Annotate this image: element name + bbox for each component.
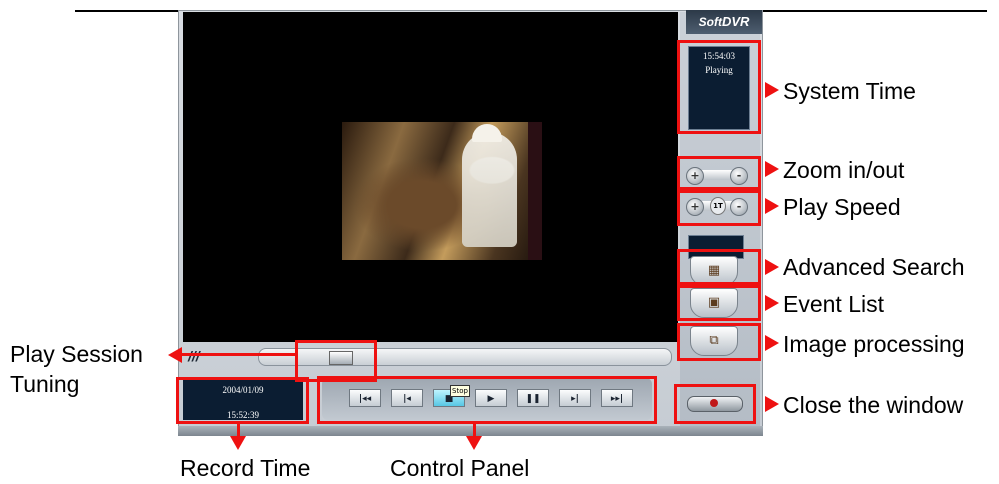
caption-play-session-2: Tuning	[10, 371, 80, 397]
image-processing-highlight	[677, 323, 761, 361]
video-frame	[342, 122, 542, 260]
advanced-search-arrow	[765, 259, 779, 275]
caption-play-session-1: Play Session	[10, 341, 143, 367]
record-time-arrow	[230, 436, 246, 450]
zoom-highlight	[677, 156, 761, 190]
caption-advanced-search: Advanced Search	[783, 254, 965, 280]
hard-hat	[472, 124, 502, 142]
control-panel-arrow	[466, 436, 482, 450]
caption-event-list: Event List	[783, 291, 884, 317]
zoom-arrow	[765, 161, 779, 177]
record-time-highlight	[176, 377, 309, 424]
softdvr-logo: SoftDVR	[686, 10, 762, 34]
logo-soft: Soft	[698, 15, 722, 29]
control-panel-highlight	[317, 376, 657, 424]
advanced-search-highlight	[677, 249, 761, 285]
system-time-highlight	[677, 40, 761, 134]
play-speed-highlight	[677, 190, 761, 226]
caption-control-panel: Control Panel	[390, 455, 530, 481]
event-list-arrow	[765, 295, 779, 311]
caption-close-window: Close the window	[783, 392, 964, 418]
window-bottom-bar	[178, 426, 763, 436]
close-window-arrow	[765, 396, 779, 412]
frame-edge	[528, 122, 542, 260]
event-list-highlight	[677, 285, 761, 321]
caption-zoom: Zoom in/out	[783, 157, 905, 183]
image-processing-arrow	[765, 335, 779, 351]
caption-record-time: Record Time	[180, 455, 311, 481]
play-session-arrow	[168, 347, 182, 363]
caption-image-processing: Image processing	[783, 331, 965, 357]
play-speed-arrow	[765, 198, 779, 214]
seek-label: ///	[188, 348, 200, 364]
system-time-arrow	[765, 82, 779, 98]
caption-play-speed: Play Speed	[783, 194, 901, 220]
logo-dvr: DVR	[721, 14, 750, 29]
play-session-line	[180, 353, 296, 356]
worker-figure	[462, 132, 517, 247]
caption-system-time: System Time	[783, 78, 916, 104]
close-window-highlight	[674, 384, 756, 424]
